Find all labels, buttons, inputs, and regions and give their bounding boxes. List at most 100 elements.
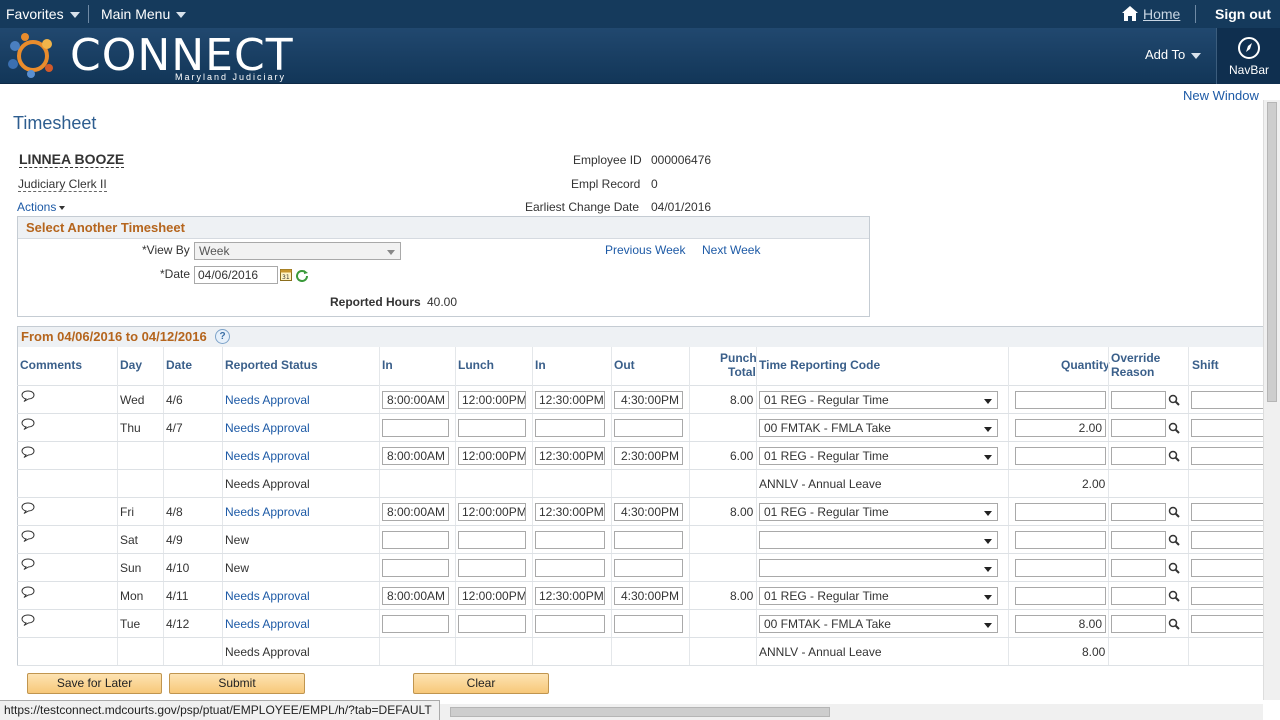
in-time-input[interactable]: 8:00:00AM bbox=[382, 391, 449, 409]
override-reason-input[interactable] bbox=[1111, 531, 1166, 549]
date-input[interactable]: 04/06/2016 bbox=[194, 266, 278, 284]
col-reported-status[interactable]: Reported Status bbox=[225, 358, 318, 372]
shift-input[interactable] bbox=[1191, 587, 1263, 605]
submit-button[interactable]: Submit bbox=[169, 673, 305, 694]
scroll-thumb[interactable] bbox=[1267, 102, 1277, 402]
lunch-time-input[interactable] bbox=[458, 531, 526, 549]
lookup-icon[interactable] bbox=[1168, 590, 1180, 605]
lunch-time-input[interactable]: 12:00:00PM bbox=[458, 587, 526, 605]
col-in-2[interactable]: In bbox=[535, 358, 546, 372]
shift-input[interactable] bbox=[1191, 531, 1263, 549]
view-by-select[interactable]: Week bbox=[194, 242, 401, 260]
col-comments[interactable]: Comments bbox=[20, 358, 82, 372]
lunch-time-input[interactable]: 12:00:00PM bbox=[458, 447, 526, 465]
col-quantity[interactable]: Quantity bbox=[1061, 358, 1110, 372]
override-reason-input[interactable] bbox=[1111, 419, 1166, 437]
horizontal-scrollbar[interactable] bbox=[440, 704, 1263, 720]
job-title[interactable]: Judiciary Clerk II bbox=[18, 177, 107, 192]
lookup-icon[interactable] bbox=[1168, 394, 1180, 409]
out-time-input[interactable] bbox=[614, 531, 683, 549]
in-time-input[interactable]: 8:00:00AM bbox=[382, 587, 449, 605]
override-reason-input[interactable] bbox=[1111, 503, 1166, 521]
out-time-input[interactable]: 4:30:00PM bbox=[614, 587, 683, 605]
lookup-icon[interactable] bbox=[1168, 618, 1180, 633]
col-out[interactable]: Out bbox=[614, 358, 635, 372]
shift-input[interactable] bbox=[1191, 447, 1263, 465]
out-time-input[interactable]: 4:30:00PM bbox=[614, 503, 683, 521]
sign-out-link[interactable]: Sign out bbox=[1215, 6, 1271, 22]
trc-select[interactable] bbox=[759, 559, 998, 577]
lunch-time-input[interactable] bbox=[458, 419, 526, 437]
clear-button[interactable]: Clear bbox=[413, 673, 549, 694]
reported-status[interactable]: Needs Approval bbox=[225, 393, 310, 407]
vertical-scrollbar[interactable] bbox=[1263, 100, 1280, 700]
col-in[interactable]: In bbox=[382, 358, 393, 372]
lunch-time-input[interactable]: 12:00:00PM bbox=[458, 503, 526, 521]
override-reason-input[interactable] bbox=[1111, 615, 1166, 633]
in-time-2-input[interactable] bbox=[535, 559, 605, 577]
help-icon[interactable]: ? bbox=[215, 329, 230, 344]
lookup-icon[interactable] bbox=[1168, 450, 1180, 465]
out-time-input[interactable]: 4:30:00PM bbox=[614, 391, 683, 409]
in-time-2-input[interactable]: 12:30:00PM bbox=[535, 587, 605, 605]
reported-status[interactable]: Needs Approval bbox=[225, 505, 310, 519]
comment-icon[interactable] bbox=[21, 502, 35, 517]
trc-select[interactable]: 01 REG - Regular Time bbox=[759, 503, 998, 521]
in-time-2-input[interactable]: 12:30:00PM bbox=[535, 447, 605, 465]
shift-input[interactable] bbox=[1191, 615, 1263, 633]
comment-icon[interactable] bbox=[21, 530, 35, 545]
shift-input[interactable] bbox=[1191, 391, 1263, 409]
in-time-2-input[interactable]: 12:30:00PM bbox=[535, 503, 605, 521]
out-time-input[interactable] bbox=[614, 559, 683, 577]
lookup-icon[interactable] bbox=[1168, 422, 1180, 437]
out-time-input[interactable] bbox=[614, 419, 683, 437]
lookup-icon[interactable] bbox=[1168, 534, 1180, 549]
in-time-2-input[interactable] bbox=[535, 615, 605, 633]
override-reason-input[interactable] bbox=[1111, 559, 1166, 577]
col-date[interactable]: Date bbox=[166, 358, 192, 372]
new-window-link[interactable]: New Window bbox=[1183, 88, 1259, 103]
quantity-input[interactable] bbox=[1015, 447, 1106, 465]
quantity-input[interactable] bbox=[1015, 531, 1106, 549]
in-time-input[interactable] bbox=[382, 615, 449, 633]
main-menu[interactable]: Main Menu bbox=[101, 6, 187, 22]
in-time-input[interactable] bbox=[382, 531, 449, 549]
quantity-input[interactable] bbox=[1015, 391, 1106, 409]
actions-menu[interactable]: Actions bbox=[17, 200, 66, 214]
employee-name[interactable]: LINNEA BOOZE bbox=[19, 151, 125, 168]
home-icon[interactable] bbox=[1121, 5, 1139, 25]
quantity-input[interactable] bbox=[1015, 503, 1106, 521]
in-time-2-input[interactable] bbox=[535, 531, 605, 549]
lunch-time-input[interactable] bbox=[458, 615, 526, 633]
comment-icon[interactable] bbox=[21, 558, 35, 573]
trc-select[interactable]: 01 REG - Regular Time bbox=[759, 447, 998, 465]
next-week-link[interactable]: Next Week bbox=[702, 243, 760, 257]
trc-select[interactable] bbox=[759, 531, 998, 549]
add-to-menu[interactable]: Add To bbox=[1145, 47, 1202, 62]
out-time-input[interactable] bbox=[614, 615, 683, 633]
comment-icon[interactable] bbox=[21, 446, 35, 461]
in-time-2-input[interactable]: 12:30:00PM bbox=[535, 391, 605, 409]
quantity-input[interactable] bbox=[1015, 587, 1106, 605]
in-time-input[interactable]: 8:00:00AM bbox=[382, 447, 449, 465]
col-override-1[interactable]: Override bbox=[1111, 351, 1160, 365]
scroll-thumb[interactable] bbox=[450, 707, 830, 717]
quantity-input[interactable] bbox=[1015, 559, 1106, 577]
reported-status[interactable]: Needs Approval bbox=[225, 421, 310, 435]
comment-icon[interactable] bbox=[21, 614, 35, 629]
shift-input[interactable] bbox=[1191, 419, 1263, 437]
override-reason-input[interactable] bbox=[1111, 447, 1166, 465]
override-reason-input[interactable] bbox=[1111, 391, 1166, 409]
save-for-later-button[interactable]: Save for Later bbox=[27, 673, 162, 694]
quantity-input[interactable]: 8.00 bbox=[1015, 615, 1106, 633]
trc-select[interactable]: 01 REG - Regular Time bbox=[759, 587, 998, 605]
in-time-input[interactable]: 8:00:00AM bbox=[382, 503, 449, 521]
lunch-time-input[interactable]: 12:00:00PM bbox=[458, 391, 526, 409]
calendar-icon[interactable]: 31 bbox=[280, 268, 292, 284]
col-trc[interactable]: Time Reporting Code bbox=[759, 358, 880, 372]
shift-input[interactable] bbox=[1191, 559, 1263, 577]
previous-week-link[interactable]: Previous Week bbox=[605, 243, 685, 257]
reported-status[interactable]: Needs Approval bbox=[225, 449, 310, 463]
comment-icon[interactable] bbox=[21, 418, 35, 433]
navbar-button[interactable]: NavBar bbox=[1216, 28, 1280, 84]
